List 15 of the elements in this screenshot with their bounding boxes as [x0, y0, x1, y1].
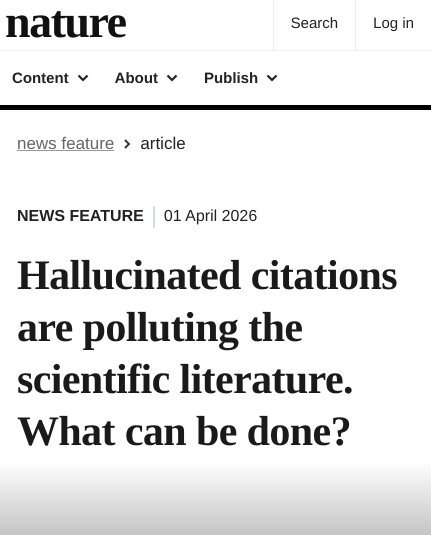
chevron-icon [76, 74, 89, 82]
breadcrumb-current: article [140, 134, 186, 154]
nav-menu-button[interactable]: Publish [204, 70, 278, 86]
header-link[interactable]: Search [272, 0, 356, 50]
article-type: NEWS FEATURE [17, 208, 144, 226]
article-title: Hallucinated citations are polluting the scientific literature. What can be done? [16, 252, 398, 457]
article-date: 01 April 2026 [164, 208, 258, 226]
breadcrumb-link[interactable]: news feature [17, 134, 114, 154]
nav-menu-button[interactable]: About [114, 70, 178, 86]
chevron-icon [166, 74, 178, 82]
chevron-icon [123, 138, 132, 150]
nav-menu-button[interactable]: Content [12, 70, 89, 86]
chevron-icon [266, 74, 278, 82]
site-logo[interactable]: nature [0, 0, 126, 45]
header-link[interactable]: Log in [355, 0, 431, 50]
